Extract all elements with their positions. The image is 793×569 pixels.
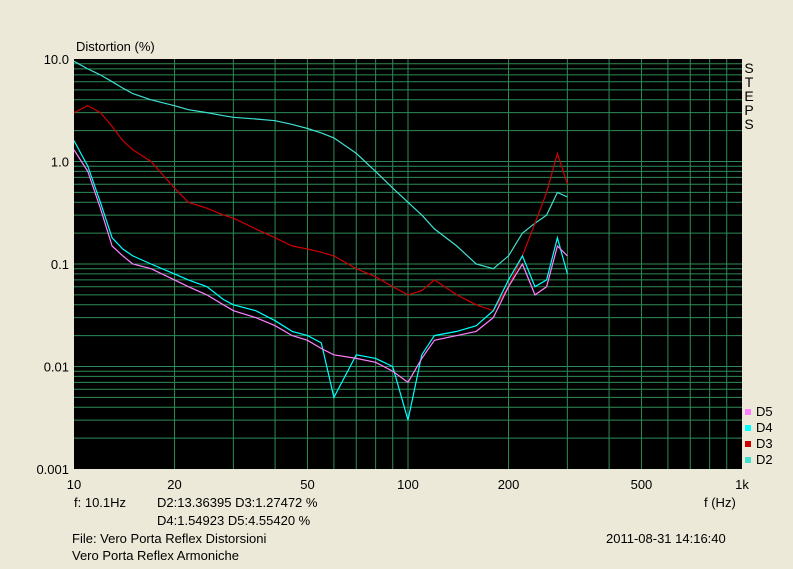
steps-letter: T xyxy=(744,74,754,90)
y-tick-label: 0.01 xyxy=(44,360,69,375)
legend-item-d3[interactable]: D3 xyxy=(745,437,773,450)
legend-label-d3: D3 xyxy=(756,436,773,451)
legend-label-d5: D5 xyxy=(756,404,773,419)
x-tick-label: 1k xyxy=(735,477,749,492)
file-name-2: Vero Porta Reflex Armoniche xyxy=(72,548,239,563)
legend-item-d5[interactable]: D5 xyxy=(745,405,773,418)
steps-letter: S xyxy=(744,60,754,76)
distortion-chart: 10 20 50 100 200 500 1k 10.0 1.0 0.1 0.01 0.001 xyxy=(36,52,749,492)
legend-label-d4: D4 xyxy=(756,420,773,435)
legend-item-d2[interactable]: D2 xyxy=(745,453,773,466)
legend-item-d4[interactable]: D4 xyxy=(745,421,773,434)
x-tick-label: 500 xyxy=(631,477,653,492)
x-tick-label: 10 xyxy=(67,477,81,492)
y-tick-label: 0.001 xyxy=(36,462,69,477)
x-axis-label: f (Hz) xyxy=(704,495,736,510)
legend-label-d2: D2 xyxy=(756,452,773,467)
y-tick-label: 0.1 xyxy=(51,257,69,272)
readout-line-1: D2:13.36395 D3:1.27472 % xyxy=(157,495,318,510)
steps-label: S T E P S xyxy=(743,61,755,131)
y-axis-label: Distortion (%) xyxy=(76,39,155,54)
y-tick-label: 10.0 xyxy=(44,52,69,67)
x-tick-label: 200 xyxy=(498,477,520,492)
legend-swatch-d3 xyxy=(745,441,751,447)
grid xyxy=(74,59,742,469)
readout-line-2: D4:1.54923 D5:4.55420 % xyxy=(157,513,311,528)
file-name: File: Vero Porta Reflex Distorsioni xyxy=(72,531,267,546)
legend-swatch-d2 xyxy=(745,457,751,463)
cursor-frequency: f: 10.1Hz xyxy=(74,495,127,510)
y-tick-label: 1.0 xyxy=(51,155,69,170)
legend-swatch-d4 xyxy=(745,425,751,431)
steps-letter: E xyxy=(744,88,754,104)
steps-letter: P xyxy=(744,102,754,118)
legend-swatch-d5 xyxy=(745,409,751,415)
x-tick-label: 50 xyxy=(300,477,314,492)
steps-letter: S xyxy=(744,116,754,132)
x-tick-label: 100 xyxy=(397,477,419,492)
timestamp: 2011-08-31 14:16:40 xyxy=(606,531,726,546)
x-tick-label: 20 xyxy=(167,477,181,492)
